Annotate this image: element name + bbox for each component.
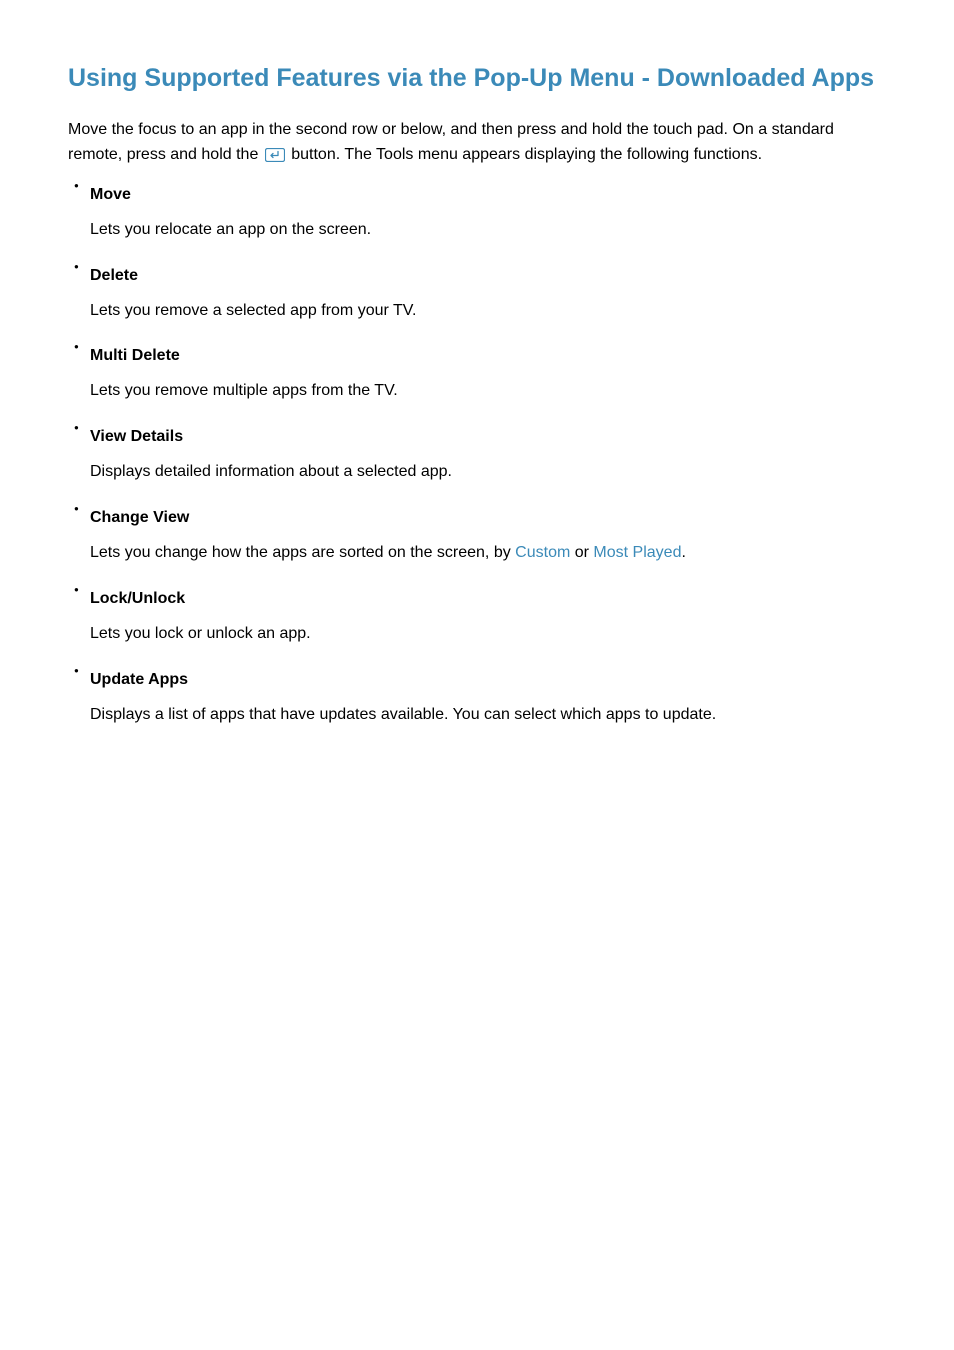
feature-title-delete: Delete xyxy=(90,259,138,293)
desc-prefix: Lets you change how the apps are sorted … xyxy=(90,544,515,561)
feature-title-change-view: Change View xyxy=(90,501,189,535)
intro-text-after: button. The Tools menu appears displayin… xyxy=(287,146,762,163)
feature-desc: Lets you remove multiple apps from the T… xyxy=(90,379,886,404)
feature-title-lock-unlock: Lock/Unlock xyxy=(90,582,185,616)
list-item: Delete Lets you remove a selected app fr… xyxy=(90,259,886,324)
list-item: Lock/Unlock Lets you lock or unlock an a… xyxy=(90,582,886,647)
feature-desc: Lets you lock or unlock an app. xyxy=(90,622,886,647)
feature-desc: Lets you relocate an app on the screen. xyxy=(90,218,886,243)
list-item: Update Apps Displays a list of apps that… xyxy=(90,663,886,728)
list-item: Change View Lets you change how the apps… xyxy=(90,501,886,566)
enter-button-icon xyxy=(265,148,285,162)
list-item: Multi Delete Lets you remove multiple ap… xyxy=(90,339,886,404)
feature-desc: Displays detailed information about a se… xyxy=(90,460,886,485)
feature-desc: Lets you change how the apps are sorted … xyxy=(90,541,886,566)
feature-desc: Displays a list of apps that have update… xyxy=(90,703,886,728)
highlight-most-played: Most Played xyxy=(593,544,681,561)
page-title: Using Supported Features via the Pop-Up … xyxy=(68,60,886,96)
feature-title-update-apps: Update Apps xyxy=(90,663,188,697)
feature-desc: Lets you remove a selected app from your… xyxy=(90,299,886,324)
feature-title-move: Move xyxy=(90,178,131,212)
list-item: Move Lets you relocate an app on the scr… xyxy=(90,178,886,243)
feature-list: Move Lets you relocate an app on the scr… xyxy=(68,178,886,728)
desc-suffix: . xyxy=(681,544,685,561)
feature-title-multi-delete: Multi Delete xyxy=(90,339,180,373)
list-item: View Details Displays detailed informati… xyxy=(90,420,886,485)
feature-title-view-details: View Details xyxy=(90,420,183,454)
intro-paragraph: Move the focus to an app in the second r… xyxy=(68,118,886,168)
highlight-custom: Custom xyxy=(515,544,570,561)
desc-middle: or xyxy=(570,544,593,561)
